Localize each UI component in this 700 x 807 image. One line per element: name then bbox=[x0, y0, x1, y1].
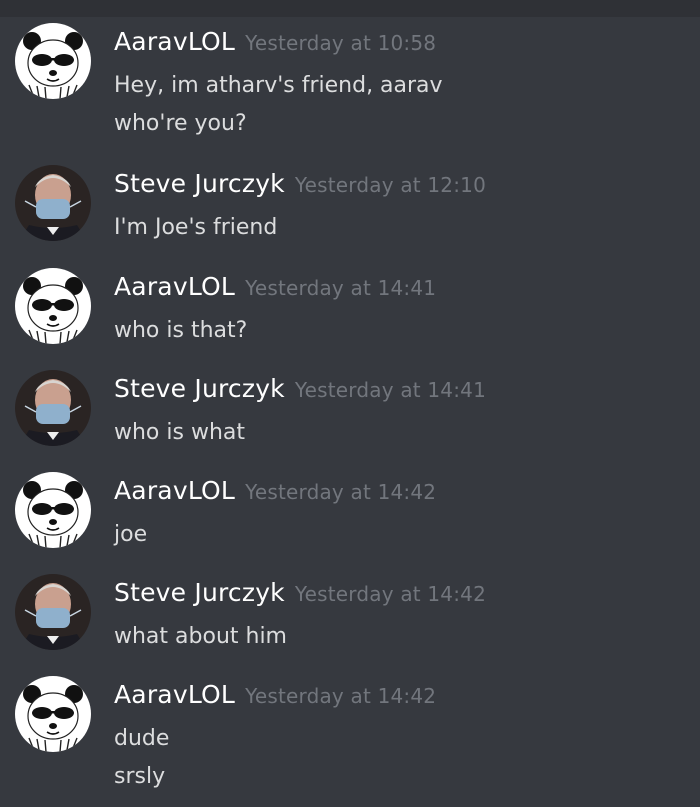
message-text: joe bbox=[114, 522, 148, 547]
panda-avatar[interactable] bbox=[15, 472, 91, 548]
timestamp: Yesterday at 14:42 bbox=[245, 684, 437, 708]
message-text: I'm Joe's friend bbox=[114, 215, 278, 240]
message-text: who is that? bbox=[114, 318, 248, 343]
author-name[interactable]: AaravLOL bbox=[114, 680, 235, 709]
timestamp: Yesterday at 10:58 bbox=[245, 31, 437, 55]
message-text: who're you? bbox=[114, 111, 247, 136]
man-mask-avatar[interactable] bbox=[15, 370, 91, 446]
message-header: Steve Jurczyk Yesterday at 14:42 bbox=[114, 578, 486, 607]
timestamp: Yesterday at 14:41 bbox=[294, 378, 487, 402]
message-text: who is what bbox=[114, 420, 246, 445]
timestamp: Yesterday at 12:10 bbox=[294, 173, 487, 197]
panda-avatar[interactable] bbox=[15, 676, 91, 752]
message-header: AaravLOL Yesterday at 14:42 bbox=[114, 680, 436, 709]
author-name[interactable]: AaravLOL bbox=[114, 476, 235, 505]
message-header: AaravLOL Yesterday at 14:41 bbox=[114, 272, 436, 301]
author-name[interactable]: AaravLOL bbox=[114, 27, 235, 56]
message-text: Hey, im atharv's friend, aarav bbox=[114, 73, 443, 98]
timestamp: Yesterday at 14:42 bbox=[245, 480, 437, 504]
author-name[interactable]: Steve Jurczyk bbox=[114, 169, 285, 198]
message-header: AaravLOL Yesterday at 14:42 bbox=[114, 476, 436, 505]
author-name[interactable]: Steve Jurczyk bbox=[114, 374, 285, 403]
author-name[interactable]: Steve Jurczyk bbox=[114, 578, 285, 607]
man-mask-avatar[interactable] bbox=[15, 574, 91, 650]
timestamp: Yesterday at 14:42 bbox=[294, 582, 487, 606]
panda-avatar[interactable] bbox=[15, 23, 91, 99]
message-text: srsly bbox=[114, 764, 166, 789]
top-bar bbox=[0, 0, 700, 17]
message-header: AaravLOL Yesterday at 10:58 bbox=[114, 27, 436, 56]
message-text: dude bbox=[114, 726, 170, 751]
message-header: Steve Jurczyk Yesterday at 12:10 bbox=[114, 169, 486, 198]
man-mask-avatar[interactable] bbox=[15, 165, 91, 241]
author-name[interactable]: AaravLOL bbox=[114, 272, 235, 301]
timestamp: Yesterday at 14:41 bbox=[245, 276, 437, 300]
message-text: what about him bbox=[114, 624, 287, 649]
message-header: Steve Jurczyk Yesterday at 14:41 bbox=[114, 374, 486, 403]
panda-avatar[interactable] bbox=[15, 268, 91, 344]
